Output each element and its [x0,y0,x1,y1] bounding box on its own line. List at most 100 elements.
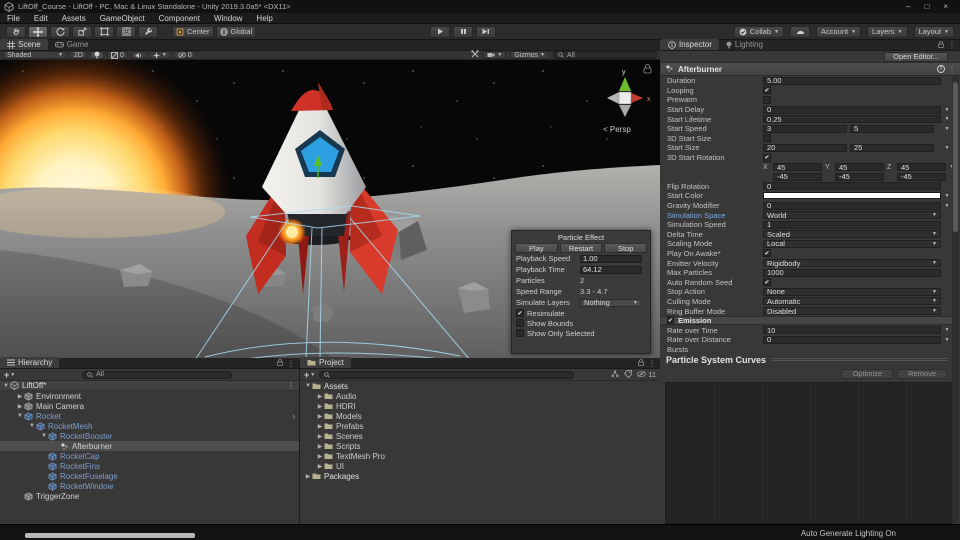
hierarchy-item-rocketcap[interactable]: RocketCap [0,451,299,461]
vector-0-field[interactable]: -45 [773,172,822,181]
draw-mode-dropdown[interactable]: Shaded ▼ [3,51,67,59]
prewarm-checkbox[interactable] [763,95,771,104]
simulate-layers-dropdown[interactable]: Nothing ▼ [580,298,642,307]
scale-tool-button[interactable] [72,25,92,38]
project-item-packages[interactable]: ▶ Packages [300,471,660,481]
vector-1-field[interactable]: -45 [835,172,884,181]
foldout-icon[interactable]: ▼ [304,383,312,389]
tab-game[interactable]: Game [48,39,96,50]
pivot-toggle-button[interactable]: Center [172,25,214,38]
hierarchy-item-environment[interactable]: ▶ Environment [0,391,299,401]
emitter-velocity-dropdown[interactable]: Rigidbody ▼ [763,259,941,268]
play-on-awake-checkbox[interactable]: ✔ [763,249,771,258]
project-item-hdri[interactable]: ▶ HDRI [300,401,660,411]
hand-tool-button[interactable] [6,25,26,38]
maximize-button[interactable]: □ [924,2,929,11]
restart-button[interactable]: Restart [559,243,603,253]
3d-start-rotation-checkbox[interactable]: ✔ [763,153,771,162]
hierarchy-horizontal-scrollbar[interactable] [25,533,195,538]
start-lifetime-field[interactable]: 0.25 [763,115,941,124]
layout-dropdown[interactable]: Layout ▼ [913,25,954,38]
flip-rotation-field[interactable]: 0 [763,182,941,191]
rotate-tool-button[interactable] [50,25,70,38]
checkbox[interactable] [516,329,524,337]
stop-action-dropdown[interactable]: None ▼ [763,287,941,296]
project-search-input[interactable] [319,370,575,379]
auto-random-seed-checkbox[interactable]: ✔ [763,278,771,287]
hierarchy-item-main-camera[interactable]: ▶ Main Camera [0,401,299,411]
menu-assets[interactable]: Assets [55,14,93,23]
ring-buffer-mode-dropdown[interactable]: Disabled ▼ [763,307,941,316]
minimize-button[interactable]: – [906,2,910,11]
hidden-count-eye-icon[interactable] [637,370,647,379]
foldout-icon[interactable]: ▼ [16,413,24,419]
start-color-swatch[interactable] [763,192,941,200]
max-particles-field[interactable]: 1000 [763,268,941,277]
account-dropdown[interactable]: Account ▼ [815,25,862,38]
project-item-scenes[interactable]: ▶ Scenes [300,431,660,441]
custom-tool-button[interactable] [138,25,158,38]
2d-toggle[interactable]: 2D [70,51,87,59]
space-toggle-button[interactable]: Global [215,25,257,38]
pep-check-show-only-selected[interactable]: Show Only Selected [512,328,650,338]
foldout-icon[interactable]: ▼ [28,423,36,429]
foldout-icon[interactable]: ▶ [316,433,324,440]
hierarchy-add-button[interactable]: + ▼ [4,370,15,380]
vector-2-field[interactable]: 45 [897,163,946,172]
scene-viewport[interactable]: y x < Persp Particle Effect Play Restart S… [0,60,660,360]
move-tool-button[interactable] [28,25,48,38]
checkbox[interactable] [516,319,524,327]
scene-menu-icon[interactable]: ⋮ [287,381,295,390]
emission-module-header[interactable]: ✔ Emission [661,315,953,326]
foldout-icon[interactable]: ▼ [40,433,48,439]
scene-search-input[interactable]: All [553,51,657,59]
foldout-icon[interactable]: ▶ [316,403,324,410]
foldout-icon[interactable]: ▶ [304,473,312,480]
foldout-icon[interactable]: ▶ [316,443,324,450]
component-tools-icon[interactable] [471,50,480,60]
project-add-button[interactable]: + ▼ [304,370,315,380]
tab-inspector[interactable]: Inspector [661,39,719,50]
prefab-open-arrow[interactable]: › [292,412,295,421]
menu-component[interactable]: Component [152,14,207,23]
stop-button[interactable]: Stop [604,243,648,253]
gizmos-dropdown[interactable]: Gizmos ▼ [510,51,549,59]
simulation-space-dropdown[interactable]: World ▼ [763,211,941,220]
effects-dropdown[interactable]: ▼ [148,51,171,59]
foldout-icon[interactable]: ▶ [16,393,24,400]
optimize-button[interactable]: Optimize [841,368,894,379]
project-item-prefabs[interactable]: ▶ Prefabs [300,421,660,431]
simulation-speed-field[interactable]: 1 [763,220,941,229]
playback-time-field[interactable]: 64.12 [580,265,642,274]
transform-tool-button[interactable] [116,25,136,38]
rate-over-distance-field[interactable]: 0 [763,335,941,344]
pause-button[interactable] [453,25,473,38]
gizmo-lock-icon[interactable] [643,64,652,74]
rate-over-time-field[interactable]: 10 [763,326,941,335]
project-item-scripts[interactable]: ▶ Scripts [300,441,660,451]
start-speed-max-field[interactable]: 5 [850,124,934,133]
hierarchy-item-rocketwindow[interactable]: RocketWindow [0,481,299,491]
culling-mode-dropdown[interactable]: Automatic ▼ [763,297,941,306]
visibility-toggle[interactable]: 0 [173,51,196,59]
start-delay-field[interactable]: 0 [763,105,941,114]
audio-toggle[interactable] [130,51,146,59]
hierarchy-item-triggerzone[interactable]: TriggerZone [0,491,299,501]
hierarchy-item-rocketfuselage[interactable]: RocketFuselage [0,471,299,481]
vector-2-field[interactable]: -45 [897,172,946,181]
close-button[interactable]: × [943,2,948,11]
panel-menu-icon[interactable]: ⋮ [948,41,956,50]
duration-field[interactable]: 5.00 [763,76,941,85]
layers-dropdown[interactable]: Layers ▼ [867,25,908,38]
project-item-models[interactable]: ▶ Models [300,411,660,421]
type-filter-icon[interactable] [611,369,619,380]
camera-settings-dropdown[interactable]: ▼ [483,51,507,59]
project-item-assets[interactable]: ▼ Assets [300,381,660,391]
panel-menu-icon[interactable]: ⋮ [287,359,295,368]
step-button[interactable] [476,25,496,38]
menu-gameobject[interactable]: GameObject [93,14,152,23]
start-speed-min-field[interactable]: 3 [763,124,847,133]
vector-0-field[interactable]: 45 [773,163,822,172]
looping-checkbox[interactable]: ✔ [763,86,771,95]
lock-icon[interactable] [638,359,644,368]
